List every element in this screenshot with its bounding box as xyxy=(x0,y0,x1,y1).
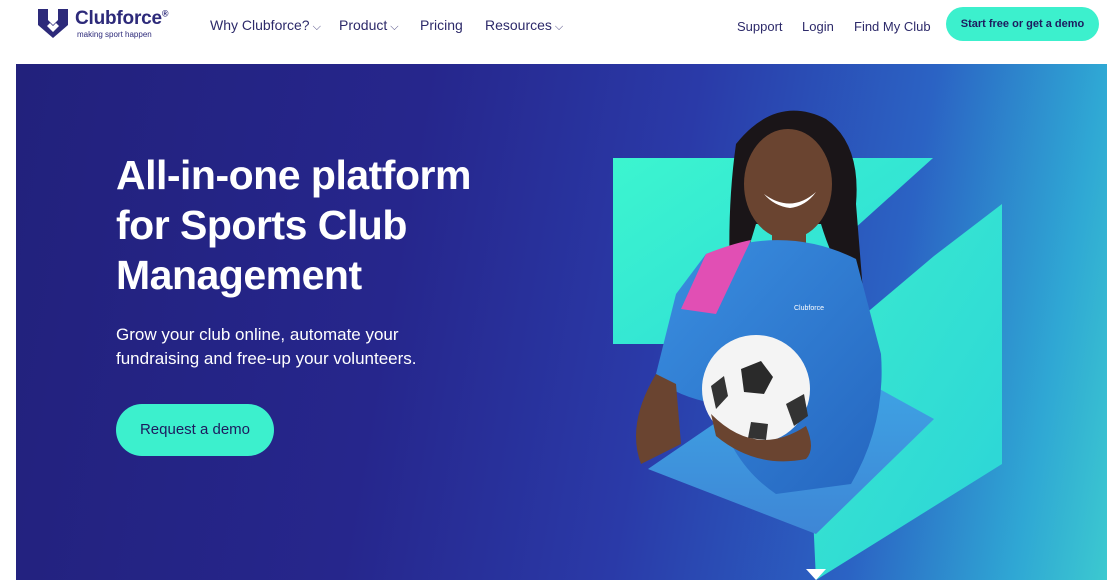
nav-resources[interactable]: Resources ⌵ xyxy=(485,17,563,34)
request-demo-button[interactable]: Request a demo xyxy=(116,404,274,456)
clubforce-shield-logo-icon xyxy=(38,9,68,38)
start-free-demo-button[interactable]: Start free or get a demo xyxy=(946,7,1099,41)
nav-why-clubforce[interactable]: Why Clubforce? ⌵ xyxy=(210,17,321,34)
chevron-down-icon: ⌵ xyxy=(312,21,321,33)
brand-tagline: making sport happen xyxy=(77,30,152,39)
hero-headline: All-in-one platform for Sports Club Mana… xyxy=(116,152,471,298)
brand-name: Clubforce® xyxy=(75,8,169,29)
chevron-down-icon: ⌵ xyxy=(554,21,564,33)
jersey-logo-text: Clubforce xyxy=(794,305,824,312)
nav-product[interactable]: Product ⌵ xyxy=(339,17,399,34)
nav-pricing[interactable]: Pricing xyxy=(420,17,463,33)
top-navigation-bar: Clubforce® making sport happen Why Clubf… xyxy=(0,0,1107,52)
chevron-down-icon: ⌵ xyxy=(390,21,399,33)
nav-find-my-club[interactable]: Find My Club xyxy=(854,19,931,34)
nav-support[interactable]: Support xyxy=(737,19,783,34)
clubforce-logo[interactable]: Clubforce® making sport happen xyxy=(36,6,186,42)
hero-subtitle: Grow your club online, automate your fun… xyxy=(116,325,417,368)
nav-login[interactable]: Login xyxy=(802,19,834,34)
hero-illustration: Clubforce xyxy=(613,110,1002,580)
hero-section: Clubforce All-in-one platform for Sports… xyxy=(16,64,1107,580)
